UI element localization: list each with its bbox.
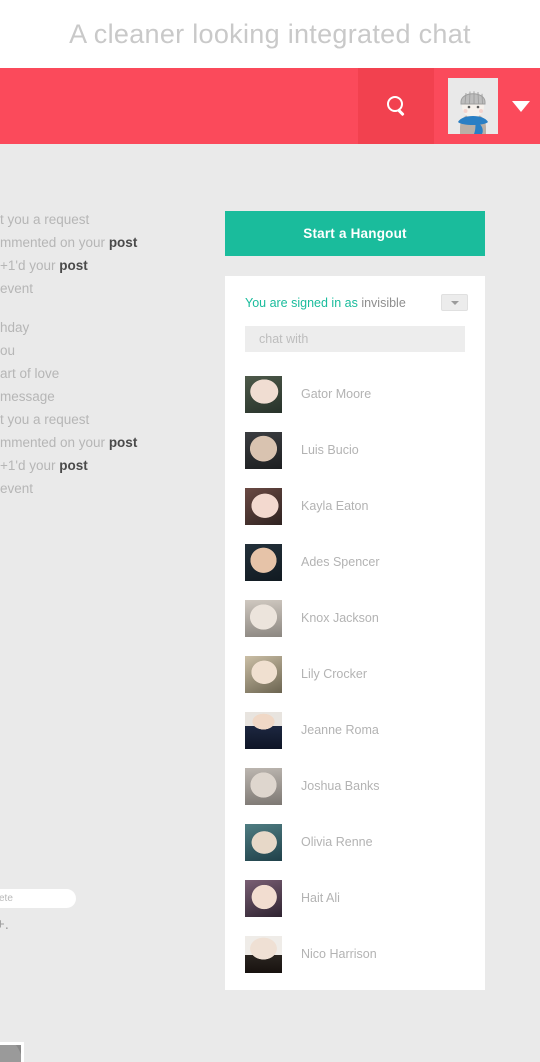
contact-avatar-image — [245, 431, 282, 469]
contact-avatar-image — [245, 879, 282, 917]
notification-line: t you a request — [0, 212, 90, 227]
contact-name-label: Olivia Renne — [301, 835, 373, 849]
contact-avatar-photo-icon — [245, 543, 282, 581]
notification-line: event — [0, 481, 34, 496]
contact-avatar-image — [245, 935, 282, 973]
title-strip: A cleaner looking integrated chat — [0, 0, 540, 68]
notification-line: hday — [0, 320, 30, 335]
cropped-portrait-photo — [0, 1042, 24, 1062]
notification-line: event — [0, 281, 34, 296]
cropped-portrait-photo-image — [0, 1045, 21, 1062]
contact-row[interactable]: Olivia Renne — [245, 814, 485, 870]
contact-row[interactable]: Nico Harrison — [245, 926, 485, 982]
contact-name-label: Knox Jackson — [301, 611, 379, 625]
contact-name-label: Jeanne Roma — [301, 723, 379, 737]
app-header-bar — [0, 68, 540, 144]
notification-bold-token: post — [59, 258, 88, 273]
signin-status-value: invisible — [361, 295, 406, 310]
notification-line: ou — [0, 343, 16, 358]
chat-with-input[interactable] — [245, 326, 465, 352]
avatar[interactable] — [448, 78, 498, 134]
notification-bold-token: post — [108, 435, 138, 450]
contact-avatar-image — [245, 487, 282, 525]
contact-avatar-image — [245, 655, 282, 693]
contact-avatar-image — [245, 767, 282, 805]
contact-row[interactable]: Joshua Banks — [245, 758, 485, 814]
notification-line: art of love — [0, 366, 60, 381]
contact-row[interactable]: Gator Moore — [245, 366, 485, 422]
contact-avatar-image — [245, 823, 282, 861]
contact-name-label: Luis Bucio — [301, 443, 359, 457]
chevron-down-icon[interactable] — [512, 100, 530, 112]
contact-list: Gator Moore Luis Bucio Kayla Eaton Ades Spe… — [225, 366, 485, 982]
complete-pill-label: ete — [0, 893, 13, 904]
contact-avatar-image — [245, 711, 282, 749]
contact-row[interactable]: Knox Jackson — [245, 590, 485, 646]
contact-name-label: Gator Moore — [301, 387, 372, 401]
chevron-down-icon — [450, 300, 459, 305]
notification-line: mmented on your post — [0, 235, 138, 250]
account-zone — [434, 68, 540, 144]
notification-line: t you a request — [0, 412, 90, 427]
notification-line: +1'd your post — [0, 458, 88, 473]
contact-name-label: Joshua Banks — [301, 779, 380, 793]
contact-avatar-image — [245, 543, 282, 581]
contact-name-label: Kayla Eaton — [301, 499, 369, 513]
header-spacer — [0, 68, 358, 144]
complete-pill-button[interactable]: ete — [0, 889, 76, 908]
notification-line: mmented on your post — [0, 435, 138, 450]
search-button[interactable] — [358, 68, 434, 144]
contact-avatar-photo-icon — [245, 487, 282, 525]
status-dropdown-button[interactable] — [441, 294, 468, 311]
chat-panel: You are signed in as invisible Gator Moo… — [225, 276, 485, 990]
contact-name-label: Lily Crocker — [301, 667, 367, 681]
user-avatar-winter-hat-scarf-icon — [448, 78, 498, 134]
signin-status-text: You are signed in as invisible — [245, 296, 431, 310]
search-icon — [385, 95, 407, 117]
contact-avatar-image — [245, 599, 282, 637]
contact-avatar-photo-icon — [245, 431, 282, 469]
contact-avatar-photo-icon — [245, 935, 282, 973]
app-root: A cleaner looking integrated chat t you … — [0, 0, 540, 1062]
notification-bold-token: post — [59, 458, 88, 473]
notification-bold-token: post — [108, 235, 138, 250]
contact-row[interactable]: Kayla Eaton — [245, 478, 485, 534]
signin-prefix-label: You are signed in as — [245, 295, 358, 310]
contact-avatar-photo-icon — [245, 767, 282, 805]
contact-name-label: Nico Harrison — [301, 947, 377, 961]
contact-avatar-photo-icon — [245, 655, 282, 693]
left-notifications-column: t you a request mmented on your post +1'd … — [0, 144, 210, 1062]
contact-avatar-photo-icon — [245, 375, 282, 413]
contact-row[interactable]: Hait Ali — [245, 870, 485, 926]
contact-avatar-image — [245, 375, 282, 413]
contact-row[interactable]: Jeanne Roma — [245, 702, 485, 758]
contact-name-label: Ades Spencer — [301, 555, 380, 569]
notification-line: +1'd your post — [0, 258, 88, 273]
contact-row[interactable]: Luis Bucio — [245, 422, 485, 478]
plus-fragment-text: +. — [0, 916, 9, 933]
signin-status-row: You are signed in as invisible — [225, 276, 485, 311]
contact-name-label: Hait Ali — [301, 891, 340, 905]
notification-line: message — [0, 389, 55, 404]
contact-avatar-photo-icon — [245, 599, 282, 637]
start-hangout-button[interactable]: Start a Hangout — [225, 211, 485, 256]
contact-row[interactable]: Lily Crocker — [245, 646, 485, 702]
contact-avatar-photo-icon — [245, 711, 282, 749]
page-title: A cleaner looking integrated chat — [69, 18, 471, 49]
contact-avatar-photo-icon — [245, 823, 282, 861]
contact-avatar-photo-icon — [245, 879, 282, 917]
contact-row[interactable]: Ades Spencer — [245, 534, 485, 590]
